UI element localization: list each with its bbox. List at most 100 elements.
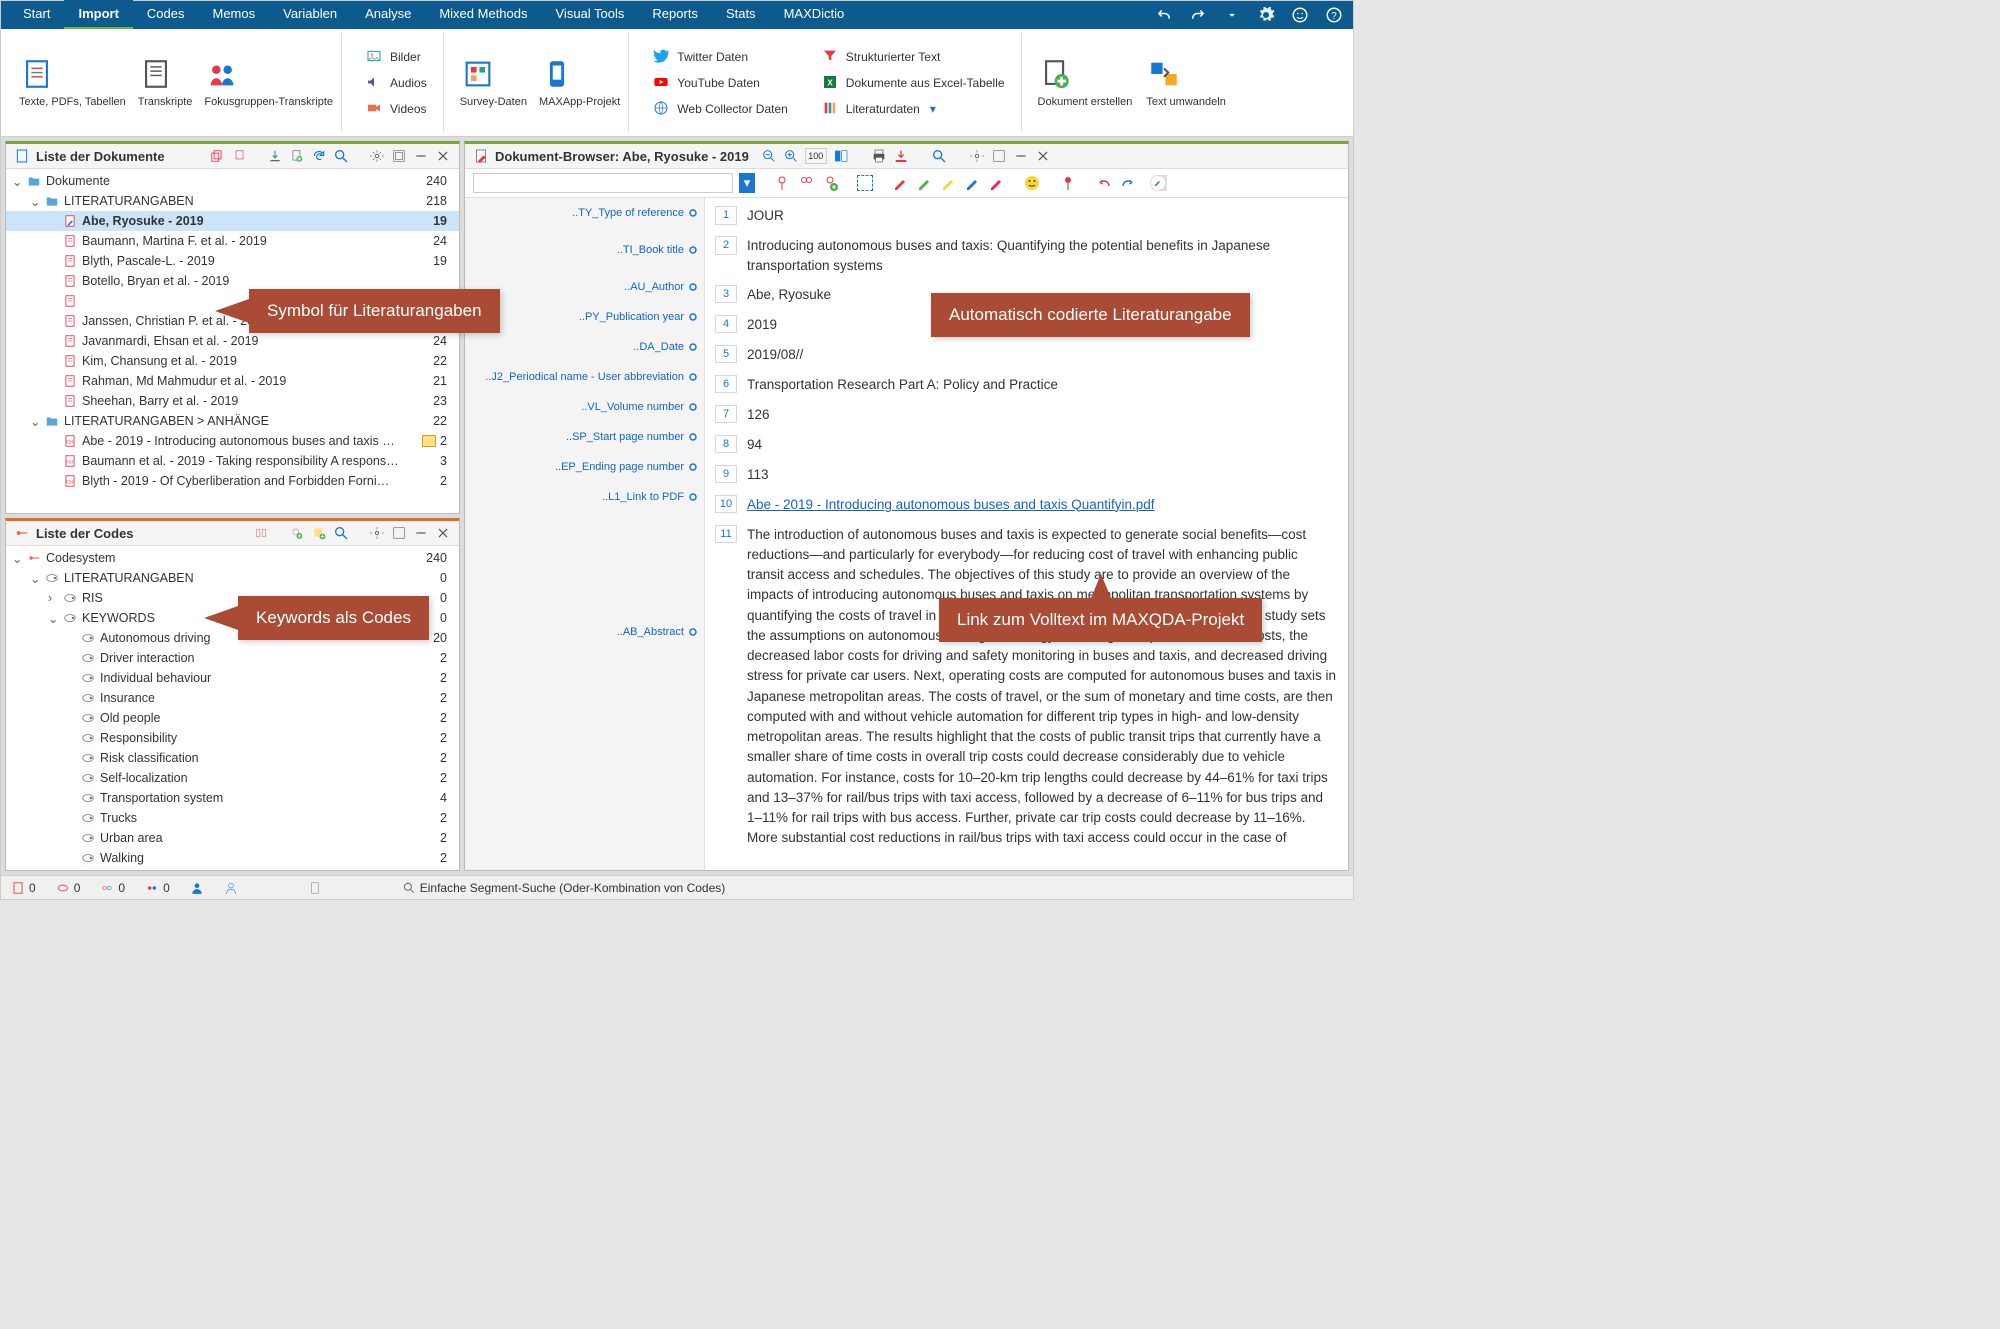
doc-copy2-icon[interactable]	[231, 148, 247, 164]
tree-row[interactable]: PDFAbe - 2019 - Introducing autonomous b…	[6, 431, 459, 451]
print-icon[interactable]	[871, 148, 887, 164]
zoom-in-icon[interactable]	[783, 148, 799, 164]
zoom-100-icon[interactable]: 100	[805, 148, 827, 164]
export-icon[interactable]	[893, 148, 909, 164]
doc-field-row[interactable]: 10Abe - 2019 - Introducing autonomous bu…	[715, 491, 1338, 521]
tree-row[interactable]: Old people2	[6, 708, 459, 728]
highlight-pink-icon[interactable]	[987, 174, 1005, 192]
menu-stats[interactable]: Stats	[712, 0, 770, 30]
tree-row[interactable]: ⌄LITERATURANGABEN218	[6, 191, 459, 211]
doc-add-icon[interactable]	[289, 148, 305, 164]
status-segs1[interactable]: 0	[100, 881, 125, 895]
code-plus-icon[interactable]	[821, 174, 839, 192]
tree-row[interactable]: Rahman, Md Mahmudur et al. - 201921	[6, 371, 459, 391]
status-user2[interactable]	[224, 881, 238, 895]
menu-start[interactable]: Start	[9, 0, 64, 30]
tree-row[interactable]: Kim, Chansung et al. - 201922	[6, 351, 459, 371]
edit-toggle-icon[interactable]	[1149, 174, 1167, 192]
minimize-icon[interactable]	[413, 525, 429, 541]
search-icon[interactable]	[931, 148, 947, 164]
ribbon-btn-excel[interactable]: XDokumente aus Excel-Tabelle	[818, 72, 1009, 94]
maximize-icon[interactable]	[391, 525, 407, 541]
tree-row[interactable]: Urban area2	[6, 828, 459, 848]
ribbon-btn-webcollector[interactable]: Web Collector Daten	[649, 98, 792, 120]
gear-icon[interactable]	[369, 148, 385, 164]
refresh-icon[interactable]	[311, 148, 327, 164]
ribbon-btn-bilder[interactable]: Bilder	[362, 46, 431, 68]
tree-row[interactable]: Walking2	[6, 848, 459, 868]
status-docs[interactable]: 0	[11, 881, 36, 895]
ribbon-btn-fokusgruppen[interactable]: Fokusgruppen-Transkripte	[204, 56, 333, 109]
doc-field-row[interactable]: 6Transportation Research Part A: Policy …	[715, 371, 1338, 401]
menu-mixed methods[interactable]: Mixed Methods	[425, 0, 541, 30]
search-icon[interactable]	[333, 148, 349, 164]
ribbon-btn-audios[interactable]: Audios	[362, 72, 431, 94]
ribbon-btn-literatur[interactable]: Literaturdaten▾	[818, 98, 1009, 120]
doc-field-row[interactable]: 52019/08//	[715, 341, 1338, 371]
ribbon-btn-youtube[interactable]: YouTube Daten	[649, 72, 792, 94]
select-icon[interactable]	[857, 175, 873, 191]
status-docicon[interactable]	[308, 881, 322, 895]
tree-row[interactable]: Transportation system4	[6, 788, 459, 808]
tree-row[interactable]: Risk classification2	[6, 748, 459, 768]
tree-row[interactable]: Botello, Bryan et al. - 2019	[6, 271, 459, 291]
menu-analyse[interactable]: Analyse	[351, 0, 425, 30]
doc-field-row[interactable]: 11The introduction of autonomous buses a…	[715, 521, 1338, 853]
undo-icon[interactable]	[1153, 4, 1175, 26]
search-icon[interactable]	[333, 525, 349, 541]
tree-row[interactable]: Driver interaction2	[6, 648, 459, 668]
menu-codes[interactable]: Codes	[133, 0, 199, 30]
gear-icon[interactable]	[969, 148, 985, 164]
tree-row[interactable]: ⌄LITERATURANGABEN > ANHÄNGE22	[6, 411, 459, 431]
maximize-icon[interactable]	[991, 148, 1007, 164]
tree-row[interactable]: Trucks2	[6, 808, 459, 828]
tree-row[interactable]: Baumann, Martina F. et al. - 201924	[6, 231, 459, 251]
ribbon-btn-docnew[interactable]: Dokument erstellen	[1038, 56, 1133, 109]
status-search[interactable]: Einfache Segment-Suche (Oder-Kombination…	[402, 881, 726, 895]
tree-row[interactable]: ⌄Dokumente240	[6, 171, 459, 191]
tree-row[interactable]: Sheehan, Barry et al. - 201923	[6, 391, 459, 411]
chevron-down-icon[interactable]	[1221, 4, 1243, 26]
close-icon[interactable]	[1035, 148, 1051, 164]
tree-row[interactable]: Blyth, Pascale-L. - 201919	[6, 251, 459, 271]
highlight-red-icon[interactable]	[891, 174, 909, 192]
tree-row[interactable]: Responsibility2	[6, 728, 459, 748]
highlight-yellow-icon[interactable]	[939, 174, 957, 192]
code-red2-icon[interactable]	[797, 174, 815, 192]
menu-reports[interactable]: Reports	[638, 0, 712, 30]
minimize-icon[interactable]	[1013, 148, 1029, 164]
doc-code-search[interactable]	[473, 173, 733, 193]
code-add-icon[interactable]	[289, 525, 305, 541]
ribbon-btn-twitter[interactable]: Twitter Daten	[649, 46, 792, 68]
tree-row[interactable]: ⌄LITERATURANGABEN0	[6, 568, 459, 588]
tree-row[interactable]: ⌄Codesystem240	[6, 548, 459, 568]
status-codes[interactable]: 0	[56, 881, 81, 895]
docs-tree[interactable]: ⌄Dokumente240⌄LITERATURANGABEN218Abe, Ry…	[6, 169, 459, 513]
code-red-icon[interactable]	[773, 174, 791, 192]
redo-icon[interactable]	[1187, 4, 1209, 26]
close-icon[interactable]	[435, 148, 451, 164]
doc-field-row[interactable]: 894	[715, 431, 1338, 461]
ribbon-btn-videos[interactable]: Videos	[362, 98, 431, 120]
ribbon-btn-texte[interactable]: Texte, PDFs, Tabellen	[19, 56, 126, 109]
code-merge-icon[interactable]	[253, 525, 269, 541]
ribbon-btn-textconv[interactable]: Text umwandeln	[1146, 56, 1226, 109]
tree-row[interactable]: Self-localization2	[6, 768, 459, 788]
pin-icon[interactable]	[1059, 174, 1077, 192]
doc-field-row[interactable]: 1JOUR	[715, 202, 1338, 232]
tree-row[interactable]: PDFBaumann et al. - 2019 - Taking respon…	[6, 451, 459, 471]
tree-row[interactable]: Insurance2	[6, 688, 459, 708]
import-icon[interactable]	[267, 148, 283, 164]
minimize-icon[interactable]	[413, 148, 429, 164]
undo-code-icon[interactable]	[1095, 174, 1113, 192]
menu-import[interactable]: Import	[64, 0, 132, 30]
highlight-blue-icon[interactable]	[963, 174, 981, 192]
ribbon-btn-transkripte[interactable]: Transkripte	[138, 56, 193, 109]
menu-maxdictio[interactable]: MAXDictio	[770, 0, 859, 30]
highlight-green-icon[interactable]	[915, 174, 933, 192]
redo-code-icon[interactable]	[1119, 174, 1137, 192]
ribbon-btn-survey[interactable]: Survey-Daten	[460, 56, 527, 109]
menu-visual tools[interactable]: Visual Tools	[542, 0, 639, 30]
doc-field-row[interactable]: 9113	[715, 461, 1338, 491]
tree-row[interactable]: PDFBlyth - 2019 - Of Cyberliberation and…	[6, 471, 459, 491]
